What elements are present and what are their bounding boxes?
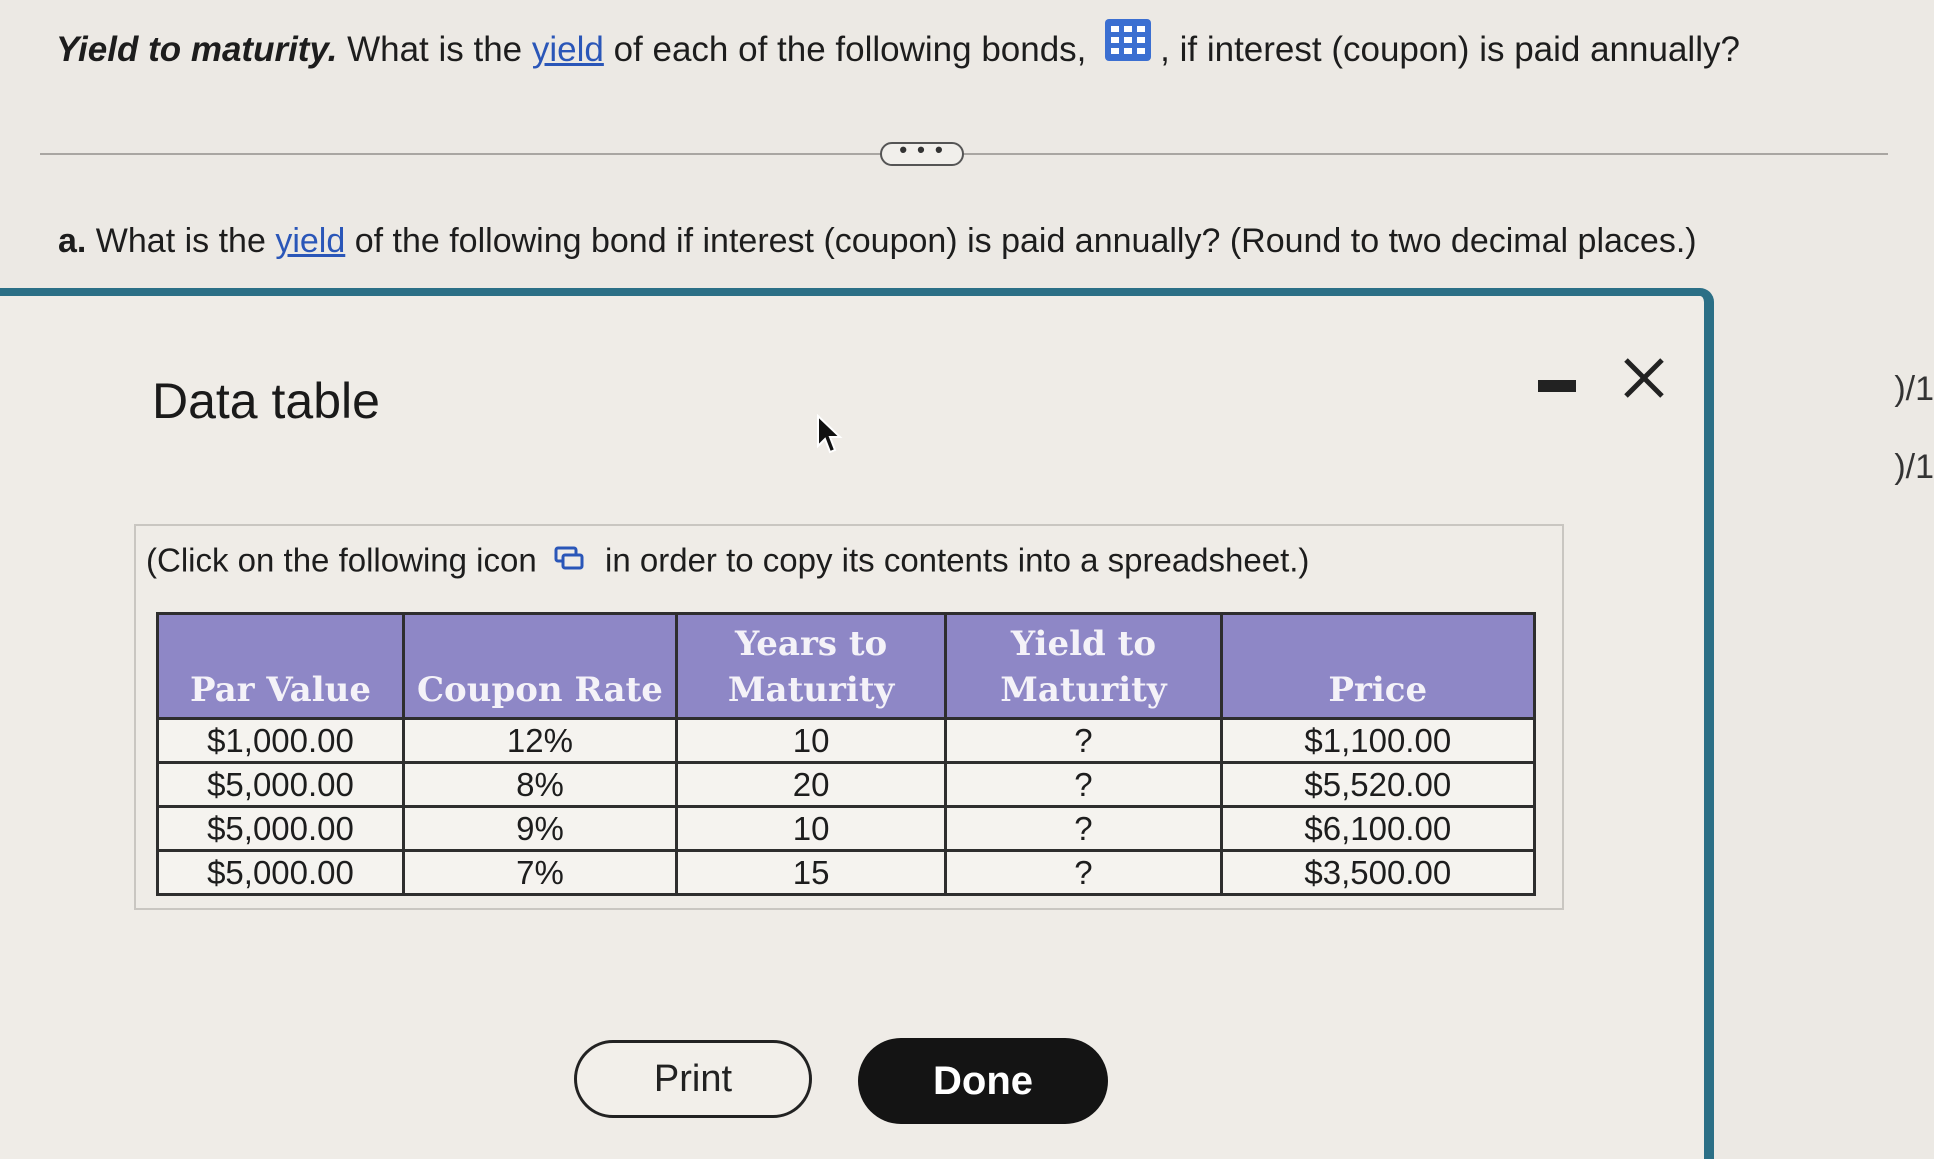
data-table-dialog: Data table (Click on the following icon xyxy=(0,288,1714,1159)
cell-ytm: ? xyxy=(944,805,1223,852)
cell-years: 15 xyxy=(674,849,948,896)
cell-coupon-rate: 9% xyxy=(401,805,678,852)
copy-instruction-text: (Click on the following icon xyxy=(146,541,537,579)
cell-coupon-rate: 12% xyxy=(401,717,678,764)
close-icon[interactable] xyxy=(1620,354,1668,402)
cell-price: $1,100.00 xyxy=(1219,717,1537,764)
cell-coupon-rate: 8% xyxy=(401,761,678,808)
copy-instruction-text: in order to copy its contents into a spr… xyxy=(605,541,1310,579)
cell-par-value: $5,000.00 xyxy=(156,761,405,808)
cell-years: 20 xyxy=(674,761,948,808)
cell-ytm: ? xyxy=(944,717,1223,764)
cell-ytm: ? xyxy=(944,849,1223,896)
col-header-yield-to-maturity: Yield to Maturity xyxy=(944,612,1223,720)
cell-par-value: $5,000.00 xyxy=(156,849,405,896)
cell-price: $3,500.00 xyxy=(1219,849,1537,896)
part-a-question: a. What is the yield of the following bo… xyxy=(58,216,1697,266)
question-text-part: What is the xyxy=(337,29,532,69)
table-header-row: Par Value Coupon Rate Years to Maturity … xyxy=(156,612,1537,720)
done-button[interactable]: Done xyxy=(858,1038,1108,1124)
question-text-end: , if interest (coupon) is paid annually? xyxy=(1160,29,1740,69)
table-row: $5,000.00 9% 10 ? $6,100.00 xyxy=(156,805,1537,852)
side-score-2: )/1 xyxy=(1894,448,1934,486)
data-table-container: (Click on the following icon in order to… xyxy=(134,524,1564,910)
bond-data-table: Par Value Coupon Rate Years to Maturity … xyxy=(156,612,1537,896)
table-row: $5,000.00 7% 15 ? $3,500.00 xyxy=(156,849,1537,896)
col-header-years-to-maturity: Years to Maturity xyxy=(674,612,948,720)
part-a-prefix: a. xyxy=(58,222,87,260)
cell-years: 10 xyxy=(674,717,948,764)
question-text-part: of each of the following bonds, xyxy=(603,29,1087,69)
cell-ytm: ? xyxy=(944,761,1223,808)
yield-link[interactable]: yield xyxy=(275,222,345,260)
copy-instruction: (Click on the following icon in order to… xyxy=(146,526,1309,600)
side-score-1: )/1 xyxy=(1894,370,1934,408)
cell-price: $5,520.00 xyxy=(1219,761,1537,808)
minimize-icon[interactable] xyxy=(1538,380,1576,392)
data-table-grid-icon[interactable] xyxy=(1104,18,1152,79)
col-header-coupon-rate: Coupon Rate xyxy=(401,612,678,720)
col-header-par-value: Par Value xyxy=(156,612,405,720)
mouse-cursor-icon xyxy=(816,413,844,461)
print-button[interactable]: Print xyxy=(574,1040,812,1118)
cell-par-value: $5,000.00 xyxy=(156,805,405,852)
expand-button[interactable]: • • • xyxy=(880,139,964,166)
copy-to-spreadsheet-icon[interactable] xyxy=(554,526,584,594)
part-a-text-end: of the following bond if interest (coupo… xyxy=(345,222,1697,260)
cell-par-value: $1,000.00 xyxy=(156,717,405,764)
cell-price: $6,100.00 xyxy=(1219,805,1537,852)
dialog-title: Data table xyxy=(152,373,380,429)
section-divider xyxy=(40,153,1888,155)
cell-coupon-rate: 7% xyxy=(401,849,678,896)
page: Yield to maturity. What is the yield of … xyxy=(0,0,1934,1159)
table-row: $5,000.00 8% 20 ? $5,520.00 xyxy=(156,761,1537,808)
cell-years: 10 xyxy=(674,805,948,852)
col-header-price: Price xyxy=(1219,612,1537,720)
table-row: $1,000.00 12% 10 ? $1,100.00 xyxy=(156,717,1537,764)
question-text: Yield to maturity. What is the yield of … xyxy=(56,18,1740,85)
yield-link[interactable]: yield xyxy=(532,30,604,69)
part-a-text: What is the xyxy=(86,222,276,260)
question-title: Yield to maturity. xyxy=(56,29,338,69)
